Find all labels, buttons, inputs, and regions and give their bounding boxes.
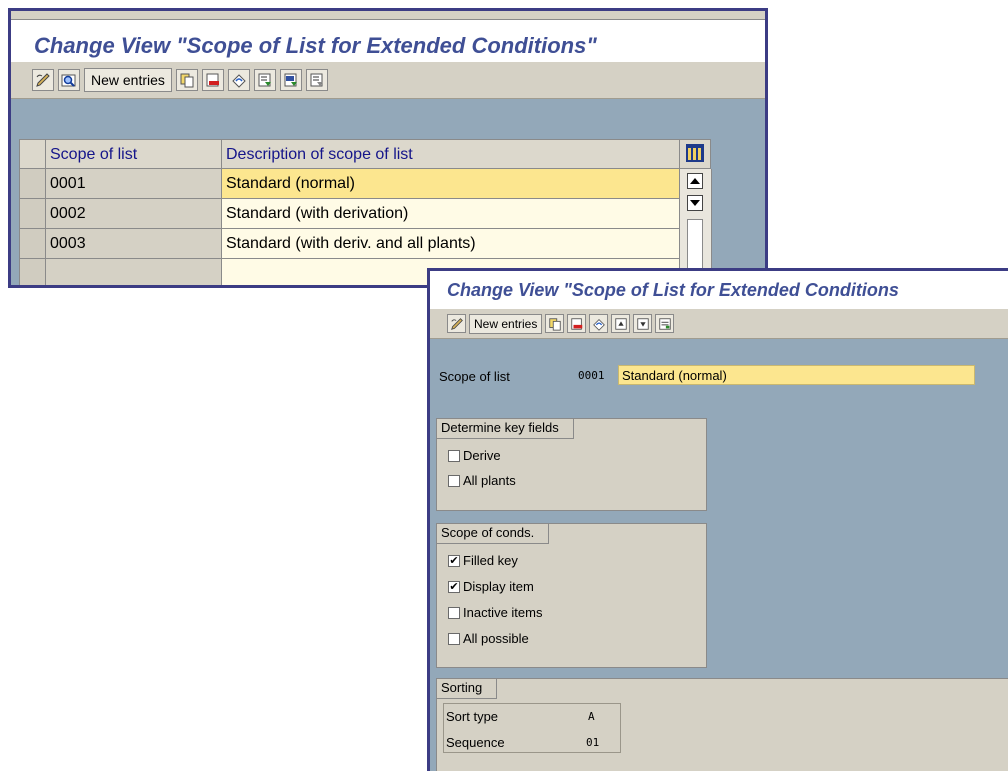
cell-scope: 0003 <box>46 229 222 259</box>
deselect-all-icon[interactable] <box>305 69 328 91</box>
group-title: Determine key fields <box>437 419 574 439</box>
checkbox-label: All possible <box>463 631 529 646</box>
checkbox-box[interactable] <box>448 632 460 645</box>
cell-scope <box>46 259 222 285</box>
page-title: Change View "Scope of List for Extended … <box>11 20 765 62</box>
checkbox-all-possible[interactable]: All possible <box>448 631 529 646</box>
column-header-scope[interactable]: Scope of list <box>46 139 222 169</box>
copy-as-icon[interactable] <box>545 314 565 333</box>
checkbox-label: All plants <box>463 473 516 488</box>
row-selector[interactable] <box>19 259 46 285</box>
window-top-strip <box>11 11 765 20</box>
sort-type-value: A <box>588 710 595 723</box>
edit-pencil-icon[interactable] <box>32 69 54 91</box>
sort-type-label: Sort type <box>446 709 499 724</box>
checkbox-label: Filled key <box>463 553 518 568</box>
previous-entry-icon[interactable] <box>611 314 631 333</box>
row-selector[interactable] <box>19 199 46 229</box>
table-row[interactable]: 0002 Standard (with derivation) <box>19 199 711 229</box>
scope-code-value: 0001 <box>578 369 605 382</box>
scroll-up-button[interactable] <box>687 173 703 189</box>
cell-description[interactable]: Standard (with deriv. and all plants) <box>222 229 680 259</box>
checkbox-box[interactable]: ✔ <box>448 554 460 567</box>
table-header-row: Scope of list Description of scope of li… <box>19 139 711 169</box>
checkbox-filled-key[interactable]: ✔ Filled key <box>448 553 518 568</box>
display-magnifier-icon[interactable] <box>58 69 80 91</box>
new-entries-button[interactable]: New entries <box>469 313 543 334</box>
cell-description[interactable]: Standard (with derivation) <box>222 199 680 229</box>
row-selector[interactable] <box>19 229 46 259</box>
window-table-view: Change View "Scope of List for Extended … <box>8 8 768 288</box>
group-title: Scope of conds. <box>437 524 550 544</box>
scope-description-field[interactable]: Standard (normal) <box>618 365 975 385</box>
delete-icon[interactable] <box>567 314 587 333</box>
group-title: Sorting <box>437 679 498 699</box>
sequence-label: Sequence <box>446 735 505 750</box>
checkbox-all-plants[interactable]: All plants <box>448 473 516 488</box>
checkbox-box[interactable] <box>448 474 460 487</box>
cell-description[interactable]: Standard (normal) <box>222 169 680 199</box>
application-toolbar: New entries <box>11 62 765 99</box>
group-determine-key-fields: Determine key fields Derive All plants <box>436 418 707 511</box>
next-entry-icon[interactable] <box>633 314 653 333</box>
table-settings-icon[interactable] <box>680 139 711 169</box>
checkbox-box[interactable] <box>448 449 460 462</box>
checkbox-label: Display item <box>463 579 534 594</box>
scope-of-list-label: Scope of list <box>439 369 510 384</box>
sequence-field[interactable]: 01 <box>582 731 616 750</box>
checkbox-box[interactable]: ✔ <box>448 580 460 593</box>
detail-work-area: Scope of list 0001 Standard (normal) Det… <box>430 339 1008 771</box>
table-row[interactable]: 0003 Standard (with deriv. and all plant… <box>19 229 711 259</box>
undo-change-icon[interactable] <box>227 69 250 91</box>
detail-page-title: Change View "Scope of List for Extended … <box>430 271 1008 309</box>
delete-icon[interactable] <box>201 69 224 91</box>
checkbox-label: Inactive items <box>463 605 543 620</box>
table-row[interactable]: 0001 Standard (normal) <box>19 169 711 199</box>
cell-scope: 0002 <box>46 199 222 229</box>
select-block-icon[interactable] <box>279 69 302 91</box>
detail-toolbar: New entries <box>430 309 1008 339</box>
row-selector[interactable] <box>19 169 46 199</box>
other-entry-icon[interactable] <box>655 314 675 333</box>
select-all-rows-button[interactable] <box>19 139 46 169</box>
select-all-icon[interactable] <box>253 69 276 91</box>
checkbox-display-item[interactable]: ✔ Display item <box>448 579 534 594</box>
undo-change-icon[interactable] <box>589 314 609 333</box>
scroll-down-button[interactable] <box>687 195 703 211</box>
copy-as-icon[interactable] <box>175 69 198 91</box>
group-sorting: Sorting Sort type A Sequence 01 <box>436 678 1008 771</box>
checkbox-box[interactable] <box>448 606 460 619</box>
sort-type-field[interactable]: A <box>582 705 602 724</box>
sequence-value: 01 <box>586 736 600 749</box>
checkbox-derive[interactable]: Derive <box>448 448 501 463</box>
window-detail-view: Change View "Scope of List for Extended … <box>427 268 1008 771</box>
edit-pencil-icon[interactable] <box>447 314 466 333</box>
group-scope-of-conds: Scope of conds. ✔ Filled key ✔ Display i… <box>436 523 707 668</box>
column-header-description[interactable]: Description of scope of list <box>222 139 680 169</box>
checkbox-label: Derive <box>463 448 501 463</box>
checkbox-inactive-items[interactable]: Inactive items <box>448 605 542 620</box>
cell-scope: 0001 <box>46 169 222 199</box>
new-entries-button[interactable]: New entries <box>84 68 172 92</box>
